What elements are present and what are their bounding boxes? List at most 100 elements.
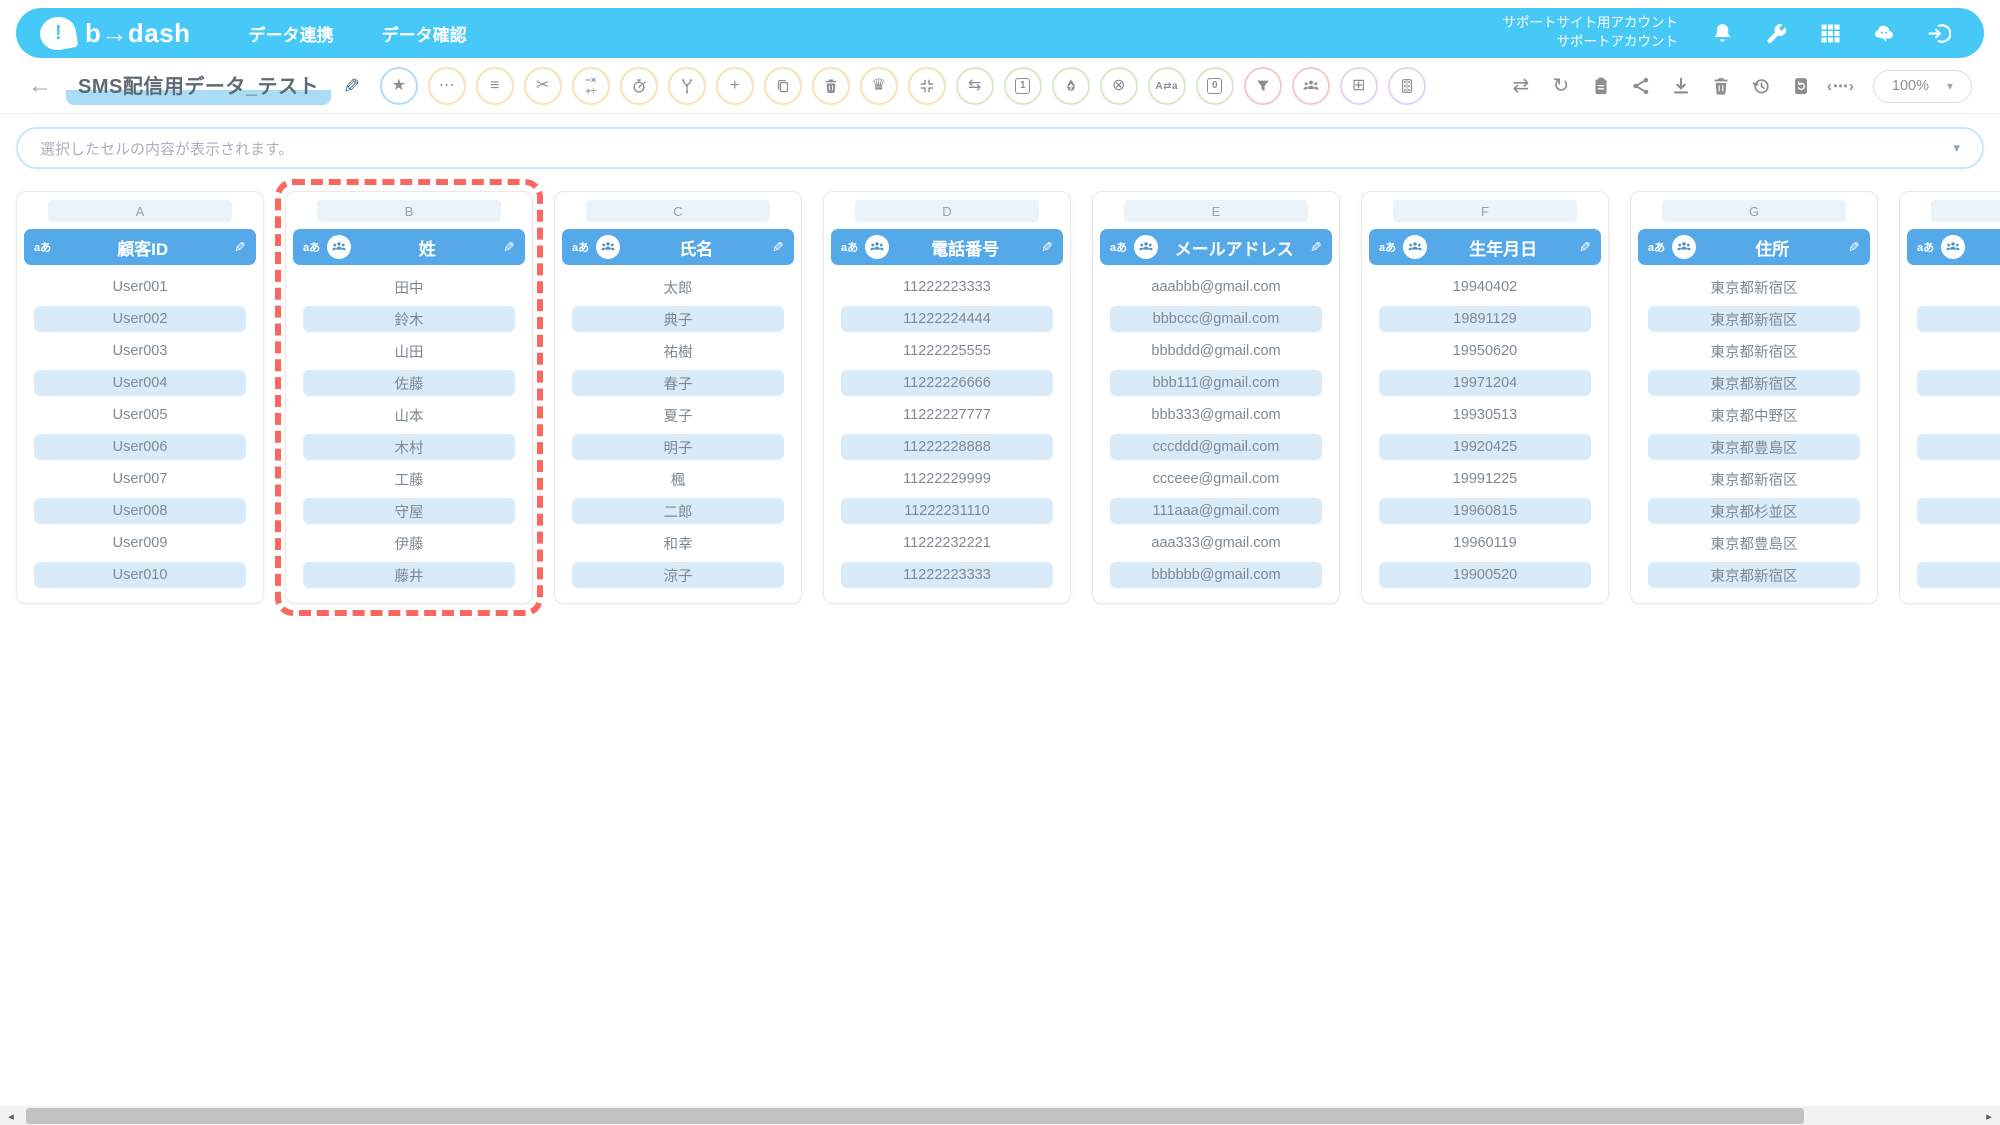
table-cell[interactable]: 夏子 [572,402,784,428]
table-cell[interactable]: 11222225555 [841,338,1053,364]
table-cell[interactable]: 11222226666 [841,370,1053,396]
table-cell[interactable]: 木村 [303,434,515,460]
table-cell[interactable]: 19940402 [1379,274,1591,300]
table-cell[interactable]: User002 [34,306,246,332]
table-cell[interactable]: 東京都新宿区 [1648,274,1860,300]
table-cell[interactable]: 東京都新宿区 [1648,370,1860,396]
ink-upload-icon[interactable] [1052,67,1090,105]
table-cell[interactable]: 涼子 [572,562,784,588]
history-icon[interactable] [1745,70,1777,102]
table-cell[interactable]: 11222223333 [841,274,1053,300]
column-header[interactable]: aあ 姓 ✎ [293,229,525,265]
add-icon[interactable]: + [716,67,754,105]
table-cell[interactable]: 19950620 [1379,338,1591,364]
grid-window-icon[interactable]: ⊞ [1340,67,1378,105]
filter-funnel-icon[interactable] [1244,67,1282,105]
table-cell[interactable]: User006 [34,434,246,460]
timer-icon[interactable] [620,67,658,105]
column-letter[interactable]: A [48,200,232,222]
calculation-icon[interactable]: −× +÷ [572,67,610,105]
crown-icon[interactable]: ♛ [860,67,898,105]
table-cell[interactable]: 明子 [572,434,784,460]
remove-circle-icon[interactable]: ⊗ [1100,67,1138,105]
edit-column-icon[interactable]: ✎ [503,239,515,256]
table-cell[interactable]: 山田 [303,338,515,364]
table-cell[interactable]: User004 [34,370,246,396]
table-cell[interactable]: 工藤 [303,466,515,492]
table-cell[interactable]: User005 [34,402,246,428]
table-cell[interactable]: 典子 [572,306,784,332]
edit-column-icon[interactable]: ✎ [234,239,246,256]
swap-loop-icon[interactable]: ⇆ [956,67,994,105]
table-cell[interactable]: bbb111@gmail.com [1110,370,1322,396]
table-cell[interactable]: 鈴木 [303,306,515,332]
table-cell[interactable]: User007 [34,466,246,492]
notification-bell-icon[interactable] [1700,11,1744,55]
column-letter[interactable]: E [1124,200,1308,222]
table-cell[interactable] [1917,338,2000,364]
restore-document-icon[interactable] [1785,70,1817,102]
edit-column-icon[interactable]: ✎ [1579,239,1591,256]
cell-content-bar[interactable]: 選択したセルの内容が表示されます。 ▾ [16,127,1984,169]
table-cell[interactable] [1917,498,2000,524]
table-cell[interactable]: 19960119 [1379,530,1591,556]
table-cell[interactable]: 11222228888 [841,434,1053,460]
scroll-left-arrow[interactable]: ◂ [0,1106,22,1125]
clipboard-icon[interactable] [1585,70,1617,102]
column-header[interactable]: aあ 住所 ✎ [1638,229,1870,265]
table-cell[interactable] [1917,306,2000,332]
table-cell[interactable] [1917,370,2000,396]
table-cell[interactable]: 伊藤 [303,530,515,556]
table-cell[interactable]: 19960815 [1379,498,1591,524]
table-cell[interactable]: 東京都中野区 [1648,402,1860,428]
column-header[interactable]: aあ 顧客ID ✎ [24,229,256,265]
table-cell[interactable] [1917,530,2000,556]
scrollbar-thumb[interactable] [26,1108,1804,1124]
code-icon[interactable]: ‹⋯› [1825,70,1857,102]
table-cell[interactable] [1917,402,2000,428]
edit-column-icon[interactable]: ✎ [772,239,784,256]
duplicate-icon[interactable] [764,67,802,105]
nav-item-data-confirm[interactable]: データ確認 [382,21,467,46]
support-assistant-icon[interactable] [1862,11,1906,55]
table-cell[interactable]: 田中 [303,274,515,300]
table-cell[interactable]: 東京都新宿区 [1648,306,1860,332]
table-cell[interactable]: 東京都豊島区 [1648,530,1860,556]
column-header[interactable]: aあ メールアドレス ✎ [1100,229,1332,265]
table-cell[interactable]: 東京都豊島区 [1648,434,1860,460]
table-cell[interactable]: bbb333@gmail.com [1110,402,1322,428]
table-cell[interactable]: User008 [34,498,246,524]
table-cell[interactable]: bbbccc@gmail.com [1110,306,1322,332]
table-cell[interactable]: User010 [34,562,246,588]
edit-title-button[interactable]: ✎ [343,74,360,99]
column-letter[interactable]: G [1662,200,1846,222]
table-cell[interactable]: 山本 [303,402,515,428]
nav-item-data-linkage[interactable]: データ連携 [249,21,334,46]
table-cell[interactable] [1917,466,2000,492]
table-cell[interactable]: 東京都新宿区 [1648,466,1860,492]
apps-grid-icon[interactable] [1808,11,1852,55]
table-cell[interactable]: User001 [34,274,246,300]
table-cell[interactable]: User009 [34,530,246,556]
chevron-down-icon[interactable]: ▾ [1953,140,1960,156]
table-cell[interactable]: 太郎 [572,274,784,300]
table-cell[interactable]: 19920425 [1379,434,1591,460]
table-cell[interactable]: 11222231110 [841,498,1053,524]
table-cell[interactable]: 11222227777 [841,402,1053,428]
edit-column-icon[interactable]: ✎ [1310,239,1322,256]
table-cell[interactable]: 19891129 [1379,306,1591,332]
column-letter[interactable] [1931,200,2000,222]
film-data-icon[interactable] [1388,67,1426,105]
table-cell[interactable]: 東京都杉並区 [1648,498,1860,524]
table-cell[interactable]: 111aaa@gmail.com [1110,498,1322,524]
edit-column-icon[interactable]: ✎ [1848,239,1860,256]
column-letter[interactable]: C [586,200,770,222]
page-one-icon[interactable]: 1 [1004,67,1042,105]
table-cell[interactable]: 和幸 [572,530,784,556]
column-header[interactable]: aあ ✎ [1907,229,2000,265]
column-letter[interactable]: B [317,200,501,222]
table-cell[interactable]: bbbbbb@gmail.com [1110,562,1322,588]
table-cell[interactable]: 春子 [572,370,784,396]
horizontal-scrollbar[interactable]: ◂ ▸ [0,1106,2000,1125]
table-cell[interactable]: 佐藤 [303,370,515,396]
